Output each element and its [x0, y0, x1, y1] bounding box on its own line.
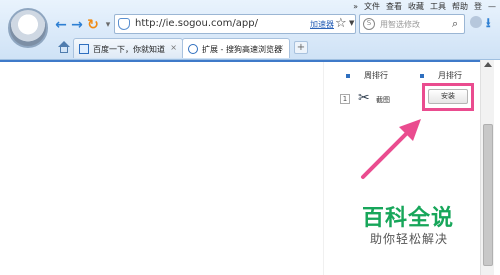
shield-icon: [118, 18, 130, 30]
tab-label: 扩展 - 搜狗高速浏览器: [202, 45, 282, 54]
scrollbar-thumb[interactable]: [483, 124, 493, 266]
menu-help[interactable]: 帮助: [452, 1, 468, 12]
scissors-icon: ✂: [358, 90, 370, 106]
dropdown-arrow-icon[interactable]: ▾: [101, 18, 115, 32]
download-icon[interactable]: ⭳: [486, 14, 491, 36]
forward-arrow-icon[interactable]: →: [70, 18, 84, 32]
user-avatar[interactable]: [8, 8, 48, 48]
bullet-icon: [420, 73, 424, 78]
sogou-favicon-icon: [188, 44, 198, 54]
menu-favorites[interactable]: 收藏: [408, 1, 424, 12]
menu-tools[interactable]: 工具: [430, 1, 446, 12]
extension-icon[interactable]: [470, 16, 482, 28]
star-icon[interactable]: ☆: [335, 16, 347, 31]
new-tab-button[interactable]: +: [294, 41, 308, 54]
search-input[interactable]: 用智选修改: [380, 19, 420, 30]
tab-label: 百度一下，你就知道: [93, 45, 165, 54]
watermark-subtitle: 助你轻松解决: [370, 232, 449, 246]
tab-baidu[interactable]: 百度一下，你就知道 ×: [73, 38, 183, 58]
tab-month-ranking[interactable]: 月排行: [420, 70, 462, 81]
accelerator-link[interactable]: 加速器: [310, 19, 334, 30]
tab-extensions[interactable]: 扩展 - 搜狗高速浏览器 ×: [182, 38, 290, 58]
address-url[interactable]: http://ie.sogou.com/app/: [135, 18, 258, 29]
minimize-button[interactable]: —: [488, 2, 496, 11]
search-icon[interactable]: ⌕: [452, 17, 458, 31]
address-bar[interactable]: http://ie.sogou.com/app/ 加速器: [114, 14, 356, 34]
bullet-icon: [346, 73, 350, 78]
extension-name[interactable]: 截图: [376, 95, 390, 105]
menu-view[interactable]: 查看: [386, 1, 402, 12]
tab-week-ranking[interactable]: 周排行: [346, 70, 388, 81]
refresh-icon[interactable]: ↻: [86, 18, 100, 32]
menu-file[interactable]: 文件: [364, 1, 380, 12]
login-button[interactable]: 登: [474, 1, 482, 12]
chevron-down-icon[interactable]: ▼: [349, 19, 354, 27]
ranking-tabs: 周排行 月排行: [324, 62, 479, 84]
install-button[interactable]: 安装: [428, 89, 468, 104]
baidu-favicon-icon: [79, 44, 89, 54]
watermark-title: 百科全说: [362, 206, 455, 231]
search-box[interactable]: S 用智选修改 ⌕: [359, 14, 465, 34]
tab-week-label: 周排行: [364, 71, 388, 80]
pointer-arrow-icon: [361, 119, 421, 179]
menu-more-button[interactable]: »: [353, 2, 358, 11]
menu-bar: » 文件 查看 收藏 工具 帮助 登 —: [353, 0, 496, 12]
rank-number: 1: [340, 94, 350, 104]
browser-toolbar: » 文件 查看 收藏 工具 帮助 登 — ← → ↻ ▾ http://ie.s…: [0, 0, 500, 60]
tab-month-label: 月排行: [438, 71, 462, 80]
scroll-up-icon[interactable]: [484, 62, 492, 67]
home-icon[interactable]: [58, 41, 70, 53]
back-arrow-icon[interactable]: ←: [54, 18, 68, 32]
scrollbar[interactable]: [480, 60, 494, 275]
close-icon[interactable]: ×: [170, 43, 177, 52]
close-icon[interactable]: ×: [277, 43, 284, 52]
search-engine-icon[interactable]: S: [363, 18, 375, 30]
